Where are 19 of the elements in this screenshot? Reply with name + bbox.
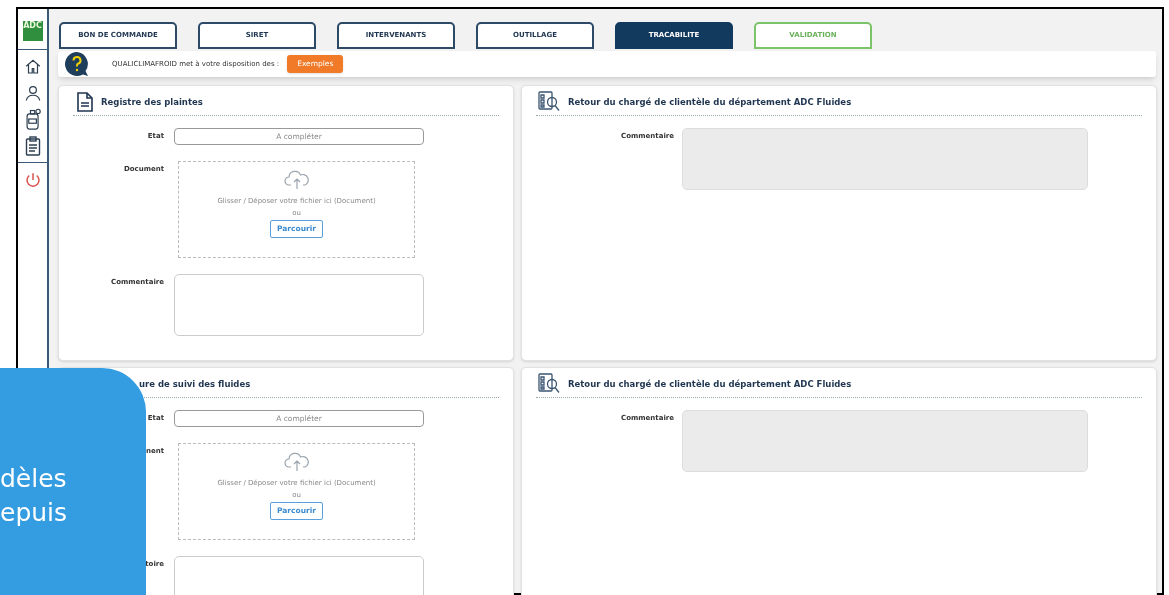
document-search-icon [538,91,560,113]
card-title: ure de suivi des fluides [139,377,251,391]
logo: ADC [22,21,43,41]
card-title: Retour du chargé de clientèle du département ADC Fluides [568,95,852,109]
card-title: Registre des plaintes [101,95,203,109]
document-search-icon [538,373,560,395]
overlay-text: dèles [0,463,68,495]
document-icon [77,92,93,112]
gas-bottle-icon[interactable] [23,108,42,130]
clipboard-icon[interactable] [24,136,41,156]
help-bubble-icon [64,51,90,77]
comment-field[interactable] [174,274,424,336]
cloud-upload-icon [283,452,310,472]
home-icon[interactable] [23,58,42,76]
overlay-text: epuis [0,497,69,529]
user-icon[interactable] [23,84,42,102]
power-icon[interactable] [23,171,42,189]
card-title: Retour du chargé de clientèle du département ADC Fluides [568,377,852,391]
cloud-upload-icon [283,170,310,190]
